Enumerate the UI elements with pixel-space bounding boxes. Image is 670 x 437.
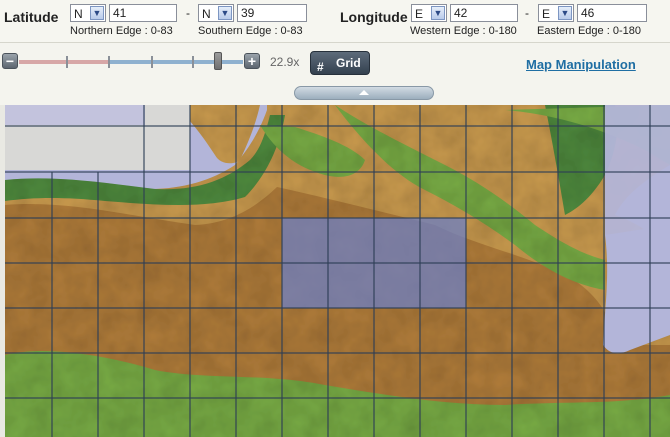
- north-hemisphere-value: N: [74, 7, 83, 21]
- grid-button-label: Grid: [336, 56, 361, 70]
- map-manipulation-link[interactable]: Map Manipulation: [526, 57, 636, 72]
- south-edge-hint: Southern Edge : 0-83: [198, 25, 303, 37]
- south-edge-input[interactable]: 39: [237, 4, 307, 22]
- south-hemisphere-select[interactable]: N ▼: [198, 4, 234, 22]
- north-edge-hint: Northern Edge : 0-83: [70, 25, 173, 37]
- grid-toggle-button[interactable]: # Grid: [310, 51, 370, 75]
- east-edge-input[interactable]: 46: [577, 4, 647, 22]
- terrain-map[interactable]: [5, 105, 670, 437]
- north-edge-input[interactable]: 41: [109, 4, 177, 22]
- zoom-out-button[interactable]: −: [2, 53, 18, 69]
- latitude-label: Latitude: [4, 9, 59, 25]
- map-controls: − + 22.9x # Grid Map Manipulation: [0, 43, 670, 105]
- slider-track-right: [109, 60, 243, 64]
- zoom-in-button[interactable]: +: [244, 53, 260, 69]
- north-hemisphere-select[interactable]: N ▼: [70, 4, 106, 22]
- longitude-dash: -: [525, 6, 529, 20]
- slider-tick: [66, 56, 68, 68]
- chevron-down-icon: ▼: [558, 6, 572, 20]
- zoom-slider-track[interactable]: [19, 60, 243, 64]
- collapse-panel-handle[interactable]: [294, 86, 434, 100]
- sea-strip: [5, 105, 145, 125]
- east-hemisphere-select[interactable]: E ▼: [538, 4, 574, 22]
- chevron-down-icon: ▼: [431, 6, 445, 20]
- caspian-coast: [603, 225, 670, 354]
- caspian-sea: [605, 105, 670, 235]
- zoom-slider-thumb[interactable]: [214, 52, 222, 70]
- slider-track-left: [19, 60, 109, 64]
- west-hemisphere-select[interactable]: E ▼: [411, 4, 447, 22]
- grid-icon: #: [317, 60, 324, 74]
- longitude-label: Longitude: [340, 9, 408, 25]
- east-edge-hint: Eastern Edge : 0-180: [537, 25, 641, 37]
- west-hemisphere-value: E: [415, 7, 424, 21]
- chevron-down-icon: ▼: [218, 6, 232, 20]
- east-hemisphere-value: E: [542, 7, 551, 21]
- chevron-down-icon: ▼: [90, 6, 104, 20]
- map-viewport[interactable]: [5, 105, 670, 437]
- latitude-dash: -: [186, 6, 190, 20]
- west-edge-hint: Western Edge : 0-180: [410, 25, 517, 37]
- zoom-level-readout: 22.9x: [270, 55, 300, 69]
- chevron-up-icon: [359, 90, 369, 95]
- south-hemisphere-value: N: [202, 7, 211, 21]
- slider-tick: [192, 56, 194, 68]
- coordinate-bar: Latitude N ▼ 41 - N ▼ 39 Northern Edge :…: [0, 0, 670, 43]
- west-edge-input[interactable]: 42: [450, 4, 518, 22]
- slider-tick: [151, 56, 153, 68]
- slider-tick: [108, 56, 110, 68]
